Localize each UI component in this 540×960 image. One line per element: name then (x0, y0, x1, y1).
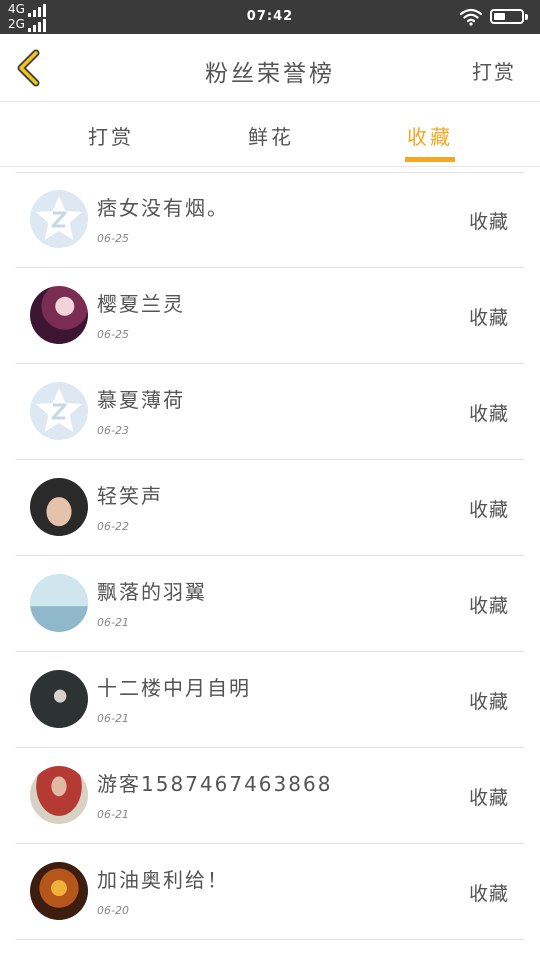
date: 06-21 (97, 712, 129, 725)
list-item[interactable]: 樱夏兰灵 06-25 收藏 (15, 268, 525, 364)
action-label: 收藏 (468, 787, 509, 809)
default-avatar (30, 190, 88, 248)
car-avatar (30, 574, 88, 632)
user-name: 痞女没有烟。 (97, 196, 229, 220)
action-label: 收藏 (468, 499, 509, 521)
nav-header: 粉丝荣誉榜 打赏 (0, 34, 540, 102)
list-item[interactable]: 慕夏薄荷 06-23 收藏 (15, 364, 525, 460)
date: 06-22 (97, 520, 129, 533)
user-name: 樱夏兰灵 (97, 292, 185, 316)
action-label: 收藏 (468, 883, 509, 905)
tab-reward[interactable]: 打赏 (88, 121, 134, 150)
tab-flowers[interactable]: 鲜花 (248, 121, 294, 150)
action-label: 收藏 (468, 403, 509, 425)
action-label: 收藏 (468, 307, 509, 329)
list-item[interactable]: 游客15874674638​68 06-21 收藏 (15, 748, 525, 844)
anime-girl-avatar (30, 286, 88, 344)
user-name: 十二楼中月自明 (97, 676, 251, 700)
star-z-icon (36, 388, 82, 432)
active-tab-indicator (405, 157, 455, 162)
action-label: 收藏 (468, 595, 509, 617)
photo-avatar (30, 766, 88, 824)
list-item[interactable]: 飘落的羽翼 06-21 收藏 (15, 556, 525, 652)
user-name: 加油奥利给！ (97, 868, 229, 892)
user-name: 慕夏薄荷 (97, 388, 185, 412)
action-label: 收藏 (468, 691, 509, 713)
date: 06-20 (97, 904, 129, 917)
dark-figure-avatar (30, 670, 88, 728)
list-item[interactable]: 十二楼中月自明 06-21 收藏 (15, 652, 525, 748)
tab-bar: 打赏 鲜花 收藏 (0, 102, 540, 167)
battery-icon (490, 9, 528, 24)
page-title: 粉丝荣誉榜 (205, 61, 335, 87)
wifi-icon (459, 8, 483, 26)
date: 06-25 (97, 232, 129, 245)
fan-list: 痞女没有烟。 06-25 收藏 樱夏兰灵 06-25 收藏 慕夏薄荷 06-23… (15, 172, 525, 940)
star-z-icon (36, 196, 82, 240)
date: 06-21 (97, 616, 129, 629)
action-label: 收藏 (468, 211, 509, 233)
reward-button[interactable]: 打赏 (472, 56, 516, 85)
user-name: 轻笑声 (97, 484, 163, 508)
date: 06-25 (97, 328, 129, 341)
list-item[interactable]: 轻笑声 06-22 收藏 (15, 460, 525, 556)
user-name: 飘落的羽翼 (97, 580, 207, 604)
portrait-avatar (30, 478, 88, 536)
list-item[interactable]: 加油奥利给！ 06-20 收藏 (15, 844, 525, 940)
user-name: 游客15874674638​68 (97, 772, 333, 796)
tab-favorites[interactable]: 收藏 (407, 121, 453, 150)
list-item[interactable]: 痞女没有烟。 06-25 收藏 (15, 172, 525, 268)
date: 06-23 (97, 424, 129, 437)
status-bar: 4G 2G 07:42 (0, 0, 540, 34)
date: 06-21 (97, 808, 129, 821)
fire-avatar (30, 862, 88, 920)
default-avatar (30, 382, 88, 440)
